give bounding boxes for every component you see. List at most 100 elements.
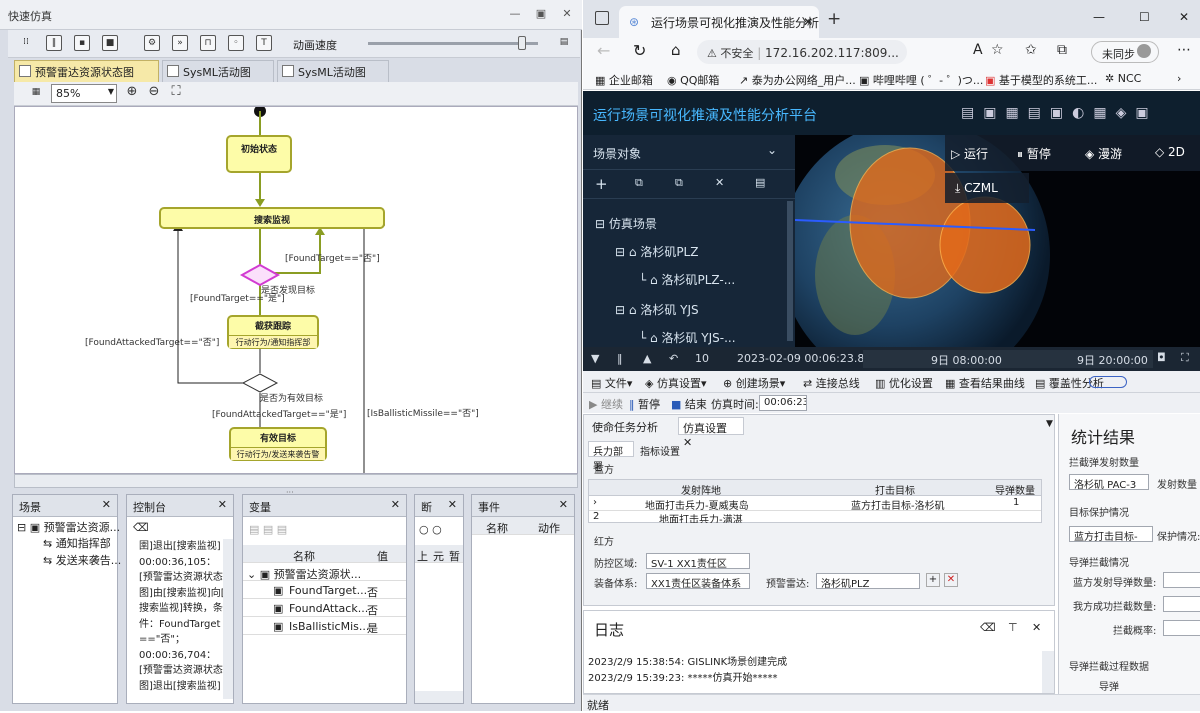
add-icon[interactable]: + (595, 175, 608, 193)
favorite-star-icon[interactable]: ☆ (991, 42, 1004, 58)
speed-slider-thumb[interactable] (518, 36, 526, 50)
tab-activity-1[interactable]: SysML活动图 (162, 60, 274, 82)
more-icon[interactable]: ⋯ (1177, 42, 1191, 58)
variable-row[interactable]: ▣ FoundAttack... 否 (243, 599, 406, 617)
home-icon[interactable]: ⌂ (671, 41, 681, 59)
fit-icon[interactable]: ⛶ (168, 85, 184, 101)
target-select[interactable]: 蓝方打击目标- (1069, 526, 1153, 542)
forward-button[interactable]: » (172, 35, 188, 51)
menu-sim-settings[interactable]: ◈ 仿真设置▾ (645, 375, 707, 391)
bookmark-item[interactable]: ▦ 企业邮箱 (595, 72, 653, 88)
app-toolbar-icons[interactable]: ▤▣▦▤▣◐▦◈▣ (961, 105, 1158, 121)
scene-scrollbar[interactable] (787, 201, 793, 341)
bookmark-item[interactable]: ✲ NCC (1105, 72, 1141, 85)
scene-item[interactable]: ⊟ ⌂ 洛杉矶 YJS (615, 301, 699, 318)
restore-icon[interactable]: ▣ (532, 6, 550, 22)
state-valid[interactable]: 有效目标 行动行为/发送来袭告警 (229, 427, 327, 461)
pause-button[interactable]: ‖ 暂停 (629, 396, 660, 412)
intercept-select[interactable]: 洛杉矶 PAC-3 (1069, 474, 1149, 490)
pause-button[interactable]: ⏸ 暂停 (1017, 145, 1051, 162)
scene-item[interactable]: └ ⌂ 洛杉矶 YJS-... (639, 329, 736, 346)
tab-index-settings[interactable]: 指标设置 (640, 443, 680, 458)
tab-force-deploy[interactable]: 兵力部署 (588, 441, 634, 473)
state-intercept[interactable]: 截获跟踪 行动行为/通知指挥部 (227, 315, 319, 349)
settings-button[interactable]: ⚙ (144, 35, 160, 51)
zoom-select[interactable]: 85% ▼ (51, 84, 117, 103)
address-bar[interactable]: ⚠ 不安全 | 172.16.202.117:809... (697, 40, 907, 64)
close-icon[interactable]: ✕ (558, 6, 576, 22)
bookmark-item[interactable]: ↗ 泰为办公网络_用户... (739, 72, 856, 88)
pause-icon[interactable]: ‖ (617, 352, 623, 365)
close-icon[interactable]: ✕ (218, 498, 227, 511)
menu-connect-bus[interactable]: ⇄ 连接总线 (803, 375, 860, 391)
breakpoints-hscroll[interactable] (415, 691, 463, 703)
browser-tab-active[interactable]: ⊛ 运行场景可视化推演及性能分析平 ✕ (619, 6, 819, 38)
scene-tree-child-2[interactable]: ⇆ 发送来袭告... (43, 552, 121, 568)
coverage-toggle[interactable] (1089, 376, 1127, 388)
scene-tree-root[interactable]: ⊟ ▣ 预警雷达资源... (17, 519, 120, 535)
zoom-in-icon[interactable]: ⊕ (124, 85, 140, 101)
table-row[interactable]: 2 地面打击兵力-满湛 (589, 511, 1041, 523)
collections-icon[interactable]: ⧉ (1057, 42, 1067, 58)
pin-icon[interactable]: ⊤ (1008, 621, 1018, 634)
dropdown-icon[interactable]: ▼ (591, 352, 599, 365)
zoom-out-icon[interactable]: ⊖ (146, 85, 162, 101)
close-icon[interactable]: ✕ (102, 498, 111, 511)
text-button[interactable]: T (256, 35, 272, 51)
minimize-icon[interactable]: — (506, 6, 524, 22)
close-icon[interactable]: ✕ (683, 436, 692, 449)
scene-item[interactable]: └ ⌂ 洛杉矶PLZ-... (639, 271, 735, 288)
variable-row[interactable]: ▣ IsBallisticMis... 是 (243, 617, 406, 635)
chevron-down-icon[interactable]: ▼ (1046, 419, 1053, 429)
log-scrollbar[interactable] (1042, 651, 1054, 693)
breakpoint-toolbar-icons[interactable]: ○ ○ (419, 523, 442, 536)
back-icon[interactable]: ← (597, 41, 610, 60)
table-row[interactable]: › 地面打击兵力-夏威夷岛 蓝方打击目标-洛杉矶 1 (589, 496, 1041, 512)
close-icon[interactable]: ✕ (1032, 621, 1041, 634)
vr-icon[interactable]: ◘ (1157, 351, 1166, 364)
state-initial[interactable]: 初始状态 (226, 135, 292, 173)
view-2d-button[interactable]: ◇ 2D (1155, 145, 1185, 159)
console-scrollbar[interactable] (223, 539, 233, 699)
continue-button[interactable]: ▶ 继续 (589, 396, 623, 412)
minimize-icon[interactable]: — (1093, 10, 1105, 24)
rewind-icon[interactable]: ↶ (669, 352, 678, 365)
eraser-icon[interactable]: ⌫ (133, 521, 149, 534)
eraser-icon[interactable]: ⌫ (980, 621, 996, 634)
chevron-right-icon[interactable]: › (1177, 72, 1181, 85)
grid-icon[interactable]: ▦ (28, 85, 44, 101)
bookmark-item[interactable]: ▣ 基于模型的系统工... (985, 72, 1097, 88)
end-button[interactable]: ■ 结束 (671, 396, 707, 412)
roam-button[interactable]: ◈ 漫游 (1085, 145, 1122, 162)
add-icon[interactable]: + (926, 573, 940, 587)
czml-button[interactable]: ⤓ CZML (945, 173, 1029, 203)
properties-icon[interactable]: ▤ (755, 176, 765, 189)
node-button[interactable]: ◦ (228, 35, 244, 51)
tab-state-diagram[interactable]: 预警雷达资源状态图 (14, 60, 159, 82)
run-button[interactable]: ▷ 运行 (951, 145, 988, 162)
scene-tree-child-1[interactable]: ⇆ 通知指挥部 (43, 535, 111, 551)
tab-sim-settings[interactable]: 仿真设置 ✕ (678, 417, 744, 449)
bookmark-item[interactable]: ◉ QQ邮箱 (667, 72, 719, 88)
scene-item[interactable]: ⊟ ⌂ 洛杉矶PLZ (615, 243, 698, 260)
fullscreen-icon[interactable]: ⛶ (1181, 351, 1189, 365)
close-icon[interactable]: ✕ (1179, 10, 1189, 24)
new-tab-icon[interactable]: + (827, 9, 841, 29)
chevron-down-icon[interactable]: ⌄ (767, 143, 777, 157)
bookmark-item[interactable]: ▣ 哔哩哔哩 ( ゜- ゜)つ... (859, 72, 983, 88)
delete-icon[interactable]: ✕ (715, 176, 724, 189)
layout-icon[interactable]: ▤ (556, 35, 572, 51)
read-aloud-icon[interactable]: A (973, 42, 983, 58)
close-icon[interactable]: ✕ (391, 498, 400, 511)
scene-root-item[interactable]: ⊟ 仿真场景 (595, 215, 657, 232)
maximize-icon[interactable]: ☐ (1139, 10, 1150, 24)
remove-icon[interactable]: ✕ (944, 573, 958, 587)
menu-optimize[interactable]: ▥ 优化设置 (875, 375, 933, 391)
close-tab-icon[interactable]: ✕ (803, 15, 813, 29)
menu-result-curve[interactable]: ▦ 查看结果曲线 (945, 375, 1025, 391)
close-icon[interactable]: ✕ (448, 498, 457, 511)
variable-row[interactable]: ▣ FoundTarget... 否 (243, 581, 406, 599)
step-button[interactable]: ▪ (74, 35, 90, 51)
refresh-icon[interactable]: ↻ (633, 41, 646, 60)
menu-file[interactable]: ▤ 文件▾ (591, 375, 632, 391)
